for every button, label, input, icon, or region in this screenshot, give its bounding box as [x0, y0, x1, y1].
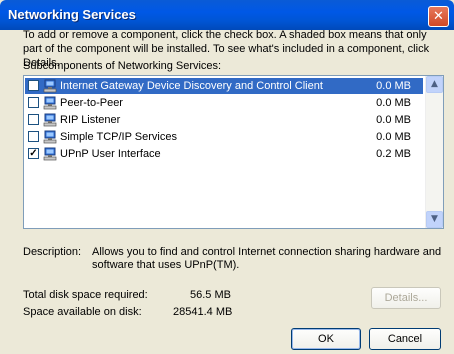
component-name: UPnP User Interface: [60, 148, 161, 160]
component-checkbox[interactable]: ✓: [28, 148, 39, 159]
component-name: Simple TCP/IP Services: [60, 131, 177, 143]
component-name: RIP Listener: [60, 114, 121, 126]
component-size: 0.0 MB: [376, 114, 411, 126]
network-computer-icon: [43, 147, 57, 161]
cancel-button[interactable]: Cancel: [369, 328, 441, 350]
components-listbox[interactable]: ✓ Internet Gateway Device Discovery and C…: [23, 75, 444, 229]
total-required-label: Total disk space required:: [23, 289, 148, 301]
list-scrollbar[interactable]: ▲ ▼: [425, 76, 443, 228]
description-value: Allows you to find and control Internet …: [92, 246, 442, 271]
component-checkbox[interactable]: ✓: [28, 80, 39, 91]
arrow-up-icon: ▲: [431, 79, 438, 89]
title-bar[interactable]: Networking Services ✕: [0, 0, 454, 30]
list-item[interactable]: ✓ UPnP User Interface 0.2 MB: [25, 146, 423, 162]
scroll-up-button[interactable]: ▲: [426, 76, 443, 93]
component-name: Peer-to-Peer: [60, 97, 123, 109]
component-checkbox[interactable]: [28, 131, 39, 142]
ok-button[interactable]: OK: [291, 328, 361, 350]
list-item[interactable]: ✓ Internet Gateway Device Discovery and C…: [25, 78, 423, 94]
network-computer-icon: [43, 130, 57, 144]
description-label: Description:: [23, 246, 82, 258]
total-required-value: 56.5 MB: [190, 289, 231, 301]
component-size: 0.0 MB: [376, 80, 411, 92]
available-value: 28541.4 MB: [173, 306, 233, 318]
component-size: 0.2 MB: [376, 148, 411, 160]
dialog-content: To add or remove a component, click the …: [0, 29, 454, 354]
component-checkbox[interactable]: [28, 97, 39, 108]
close-button[interactable]: ✕: [428, 6, 449, 27]
network-computer-icon: [43, 113, 57, 127]
networking-services-dialog: Networking Services ✕ To add or remove a…: [0, 0, 454, 354]
network-computer-icon: [43, 79, 57, 93]
scroll-down-button[interactable]: ▼: [426, 211, 443, 228]
list-item[interactable]: RIP Listener 0.0 MB: [25, 112, 423, 128]
available-label: Space available on disk:: [23, 306, 142, 318]
subcomponents-label: Subcomponents of Networking Services:: [23, 60, 222, 72]
list-item[interactable]: Simple TCP/IP Services 0.0 MB: [25, 129, 423, 145]
arrow-down-icon: ▼: [431, 214, 438, 224]
details-button[interactable]: Details...: [371, 287, 441, 309]
list-item[interactable]: Peer-to-Peer 0.0 MB: [25, 95, 423, 111]
network-computer-icon: [43, 96, 57, 110]
component-checkbox[interactable]: [28, 114, 39, 125]
component-size: 0.0 MB: [376, 131, 411, 143]
close-icon: ✕: [433, 9, 444, 24]
component-name: Internet Gateway Device Discovery and Co…: [58, 78, 325, 94]
component-size: 0.0 MB: [376, 97, 411, 109]
window-title: Networking Services: [8, 7, 136, 22]
